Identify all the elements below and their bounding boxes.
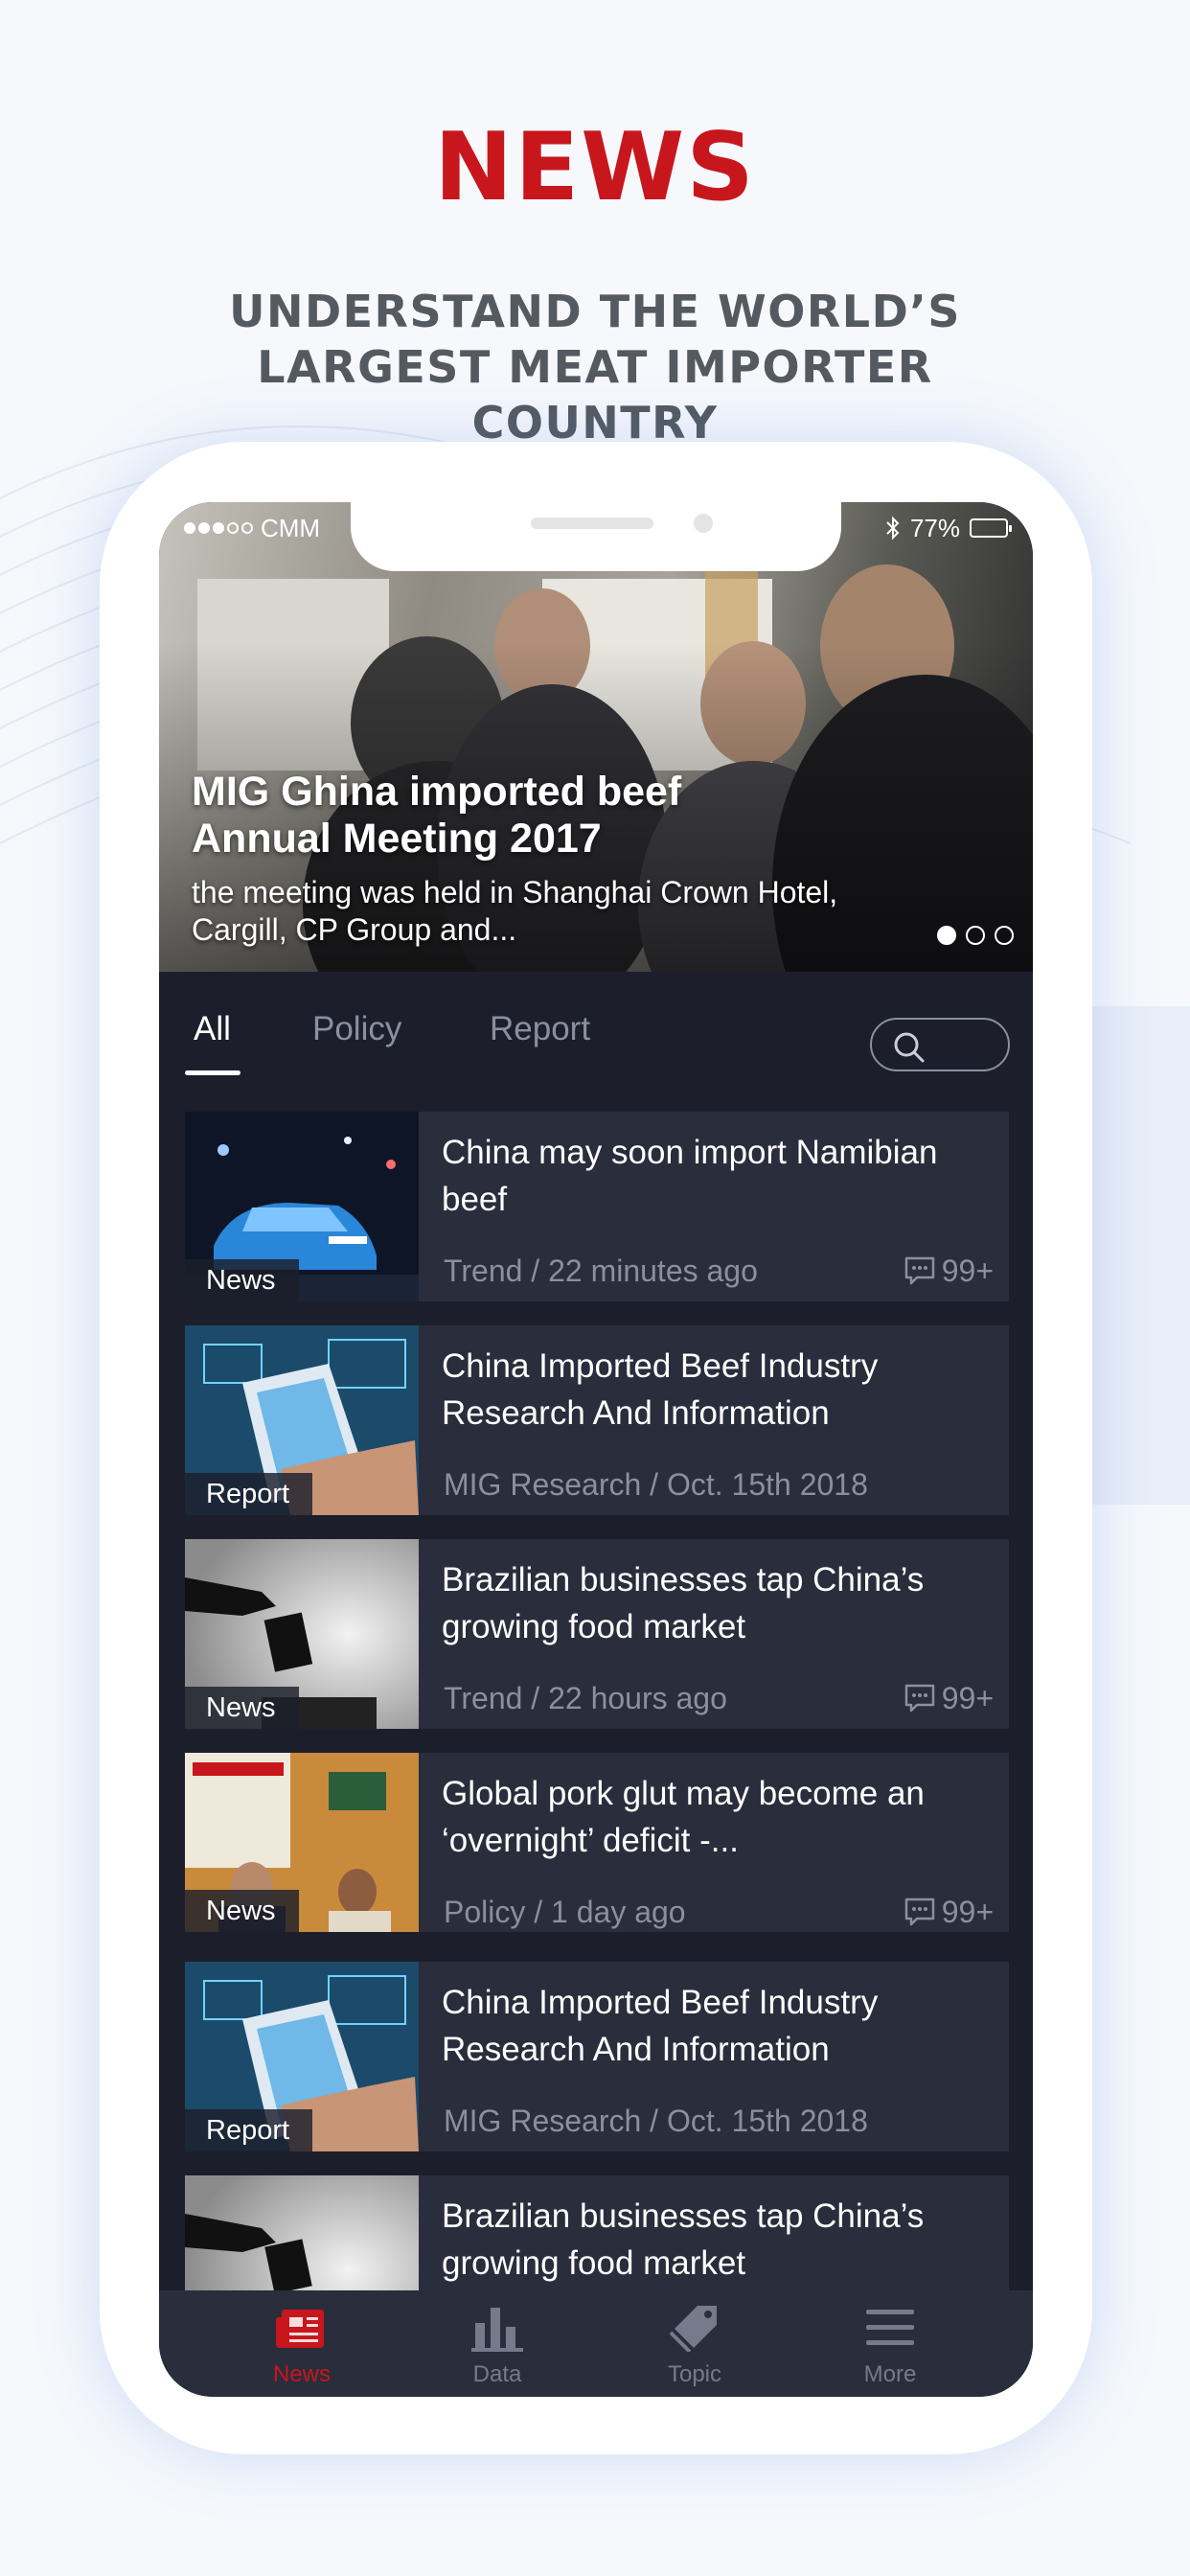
list-item[interactable]: Brazilian businesses tap China’s growing… <box>185 2175 1009 2290</box>
list-item[interactable]: News Global pork glut may become an ‘ove… <box>185 1753 1009 1932</box>
nav-topic[interactable]: Topic <box>632 2290 757 2397</box>
comment-count-label: 99+ <box>941 1254 994 1288</box>
tab-all[interactable]: All <box>194 1010 231 1048</box>
comment-count[interactable]: 99+ <box>904 1254 994 1288</box>
carousel-dots[interactable] <box>937 926 1014 945</box>
nav-more[interactable]: More <box>828 2290 952 2397</box>
status-bar-left: CMM <box>184 514 320 542</box>
bottom-navigation: News Data Topic More <box>159 2290 1033 2397</box>
carrier-name: CMM <box>261 513 321 542</box>
nav-data[interactable]: Data <box>435 2290 560 2397</box>
carousel-dot-3[interactable] <box>995 926 1014 945</box>
phone-screen: MIG Ghina imported beef Annual Meeting 2… <box>159 502 1033 2397</box>
article-title[interactable]: Brazilian businesses tap China’s growing… <box>442 2193 978 2287</box>
list-item[interactable]: News China may soon import Namibian beef… <box>185 1112 1009 1301</box>
notch <box>351 502 841 571</box>
article-meta: Trend / 22 minutes ago <box>444 1254 758 1288</box>
comment-count[interactable]: 99+ <box>904 1895 994 1929</box>
article-tag: News <box>185 1890 299 1932</box>
article-title[interactable]: China Imported Beef Industry Research An… <box>442 1979 978 2073</box>
hero-description: the meeting was held in Shanghai Crown H… <box>192 875 838 947</box>
bluetooth-icon <box>886 516 900 540</box>
article-tag: Report <box>185 1473 313 1515</box>
nav-more-label: More <box>863 2361 917 2387</box>
bar-chart-icon <box>471 2308 523 2352</box>
front-camera <box>694 514 713 533</box>
article-thumbnail: News <box>185 1112 419 1301</box>
tab-report[interactable]: Report <box>490 1010 590 1048</box>
promo-subtitle: UNDERSTAND THE WORLD’S LARGEST MEAT IMPO… <box>229 286 961 448</box>
article-title[interactable]: China Imported Beef Industry Research An… <box>442 1343 978 1437</box>
comment-count-label: 99+ <box>941 1895 994 1929</box>
article-meta: Policy / 1 day ago <box>444 1895 686 1929</box>
article-thumbnail: Report <box>185 1962 419 2151</box>
list-item[interactable]: Report China Imported Beef Industry Rese… <box>185 1962 1009 2151</box>
speaker <box>531 518 653 529</box>
article-thumbnail: Report <box>185 1325 419 1515</box>
hero-title[interactable]: MIG Ghina imported beef Annual Meeting 2… <box>192 769 786 862</box>
article-title[interactable]: Brazilian businesses tap China’s growing… <box>442 1556 978 1650</box>
article-meta: Trend / 22 hours ago <box>444 1681 727 1715</box>
article-title[interactable]: China may soon import Namibian beef <box>442 1129 978 1223</box>
article-meta: MIG Research / Oct. 15th 2018 <box>444 1467 868 1502</box>
comment-icon <box>904 1256 934 1285</box>
article-tag: News <box>185 1259 299 1301</box>
hero-banner[interactable]: MIG Ghina imported beef Annual Meeting 2… <box>159 502 1033 972</box>
article-meta: MIG Research / Oct. 15th 2018 <box>444 2104 868 2138</box>
carousel-dot-1[interactable] <box>937 926 956 945</box>
comment-icon <box>904 1684 934 1713</box>
active-tab-indicator <box>185 1070 240 1075</box>
carousel-dot-2[interactable] <box>966 926 985 945</box>
article-thumbnail: News <box>185 1753 419 1932</box>
list-item[interactable]: Report China Imported Beef Industry Rese… <box>185 1325 1009 1515</box>
signal-icon <box>184 522 253 534</box>
battery-percent: 77% <box>909 513 960 542</box>
article-tag: Report <box>185 2109 313 2151</box>
article-thumbnail: News <box>185 1539 419 1729</box>
status-bar-right: 77% <box>885 513 1012 542</box>
nav-topic-label: Topic <box>667 2361 722 2387</box>
category-tabs: All Policy Report <box>159 972 1033 1102</box>
list-item[interactable]: News Brazilian businesses tap China’s gr… <box>185 1539 1009 1729</box>
tab-policy[interactable]: Policy <box>312 1010 401 1048</box>
article-tag: News <box>185 1687 299 1729</box>
comment-icon <box>904 1898 934 1926</box>
nav-news-label: News <box>272 2361 331 2387</box>
nav-data-label: Data <box>472 2361 522 2387</box>
newspaper-icon <box>276 2310 324 2348</box>
nav-news[interactable]: News <box>240 2290 364 2397</box>
article-thumbnail <box>185 2175 419 2290</box>
search-button[interactable] <box>870 1018 1010 1071</box>
article-title[interactable]: Global pork glut may become an ‘overnigh… <box>442 1770 978 1864</box>
battery-icon <box>970 518 1012 538</box>
comment-count-label: 99+ <box>941 1681 994 1715</box>
tag-icon <box>669 2306 717 2352</box>
menu-icon <box>866 2310 914 2345</box>
comment-count[interactable]: 99+ <box>904 1681 994 1715</box>
search-icon <box>894 1032 925 1063</box>
promo-title: NEWS <box>434 113 756 222</box>
